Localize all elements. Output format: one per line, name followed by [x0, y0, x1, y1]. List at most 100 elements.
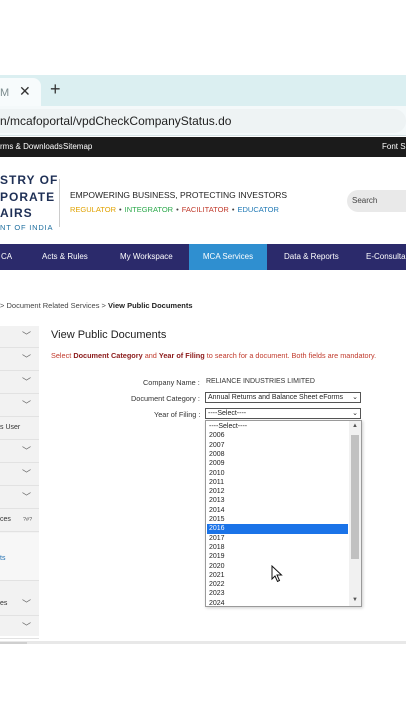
- sidebar-item[interactable]: ﹀: [0, 617, 39, 639]
- breadcrumb-sep: >: [0, 301, 5, 310]
- nav-item-my-workspace[interactable]: My Workspace: [120, 244, 185, 270]
- chevron-down-icon: ⌄: [352, 394, 358, 401]
- breadcrumb-sep: >: [101, 301, 106, 310]
- screen-top-blank: [0, 0, 406, 75]
- chevron-down-icon: ﹀: [22, 354, 32, 364]
- chevron-down-icon: ﹀: [22, 469, 32, 479]
- forms-downloads-link[interactable]: rms & Downloads: [0, 142, 63, 151]
- nav-item-mca-services[interactable]: MCA Services: [189, 244, 267, 270]
- mouse-cursor-icon: [271, 565, 283, 583]
- chevron-down-icon: ⌄: [352, 410, 358, 417]
- chevron-down-icon: ﹀: [22, 599, 32, 609]
- role-regulator: REGULATOR: [70, 205, 116, 214]
- sidebar-item-label: ces: [0, 516, 11, 523]
- dropdown-option[interactable]: 2014: [207, 506, 348, 515]
- sidebar-item-label: es: [0, 600, 8, 607]
- instruction-bold-year: Year of Filing: [158, 351, 205, 360]
- site-tagline: EMPOWERING BUSINESS, PROTECTING INVESTOR…: [70, 190, 288, 200]
- instruction-bold-category: Document Category: [73, 351, 143, 360]
- dropdown-option[interactable]: 2019: [207, 552, 348, 561]
- nav-item-data-reports[interactable]: Data & Reports: [284, 244, 350, 270]
- sidebar-item-es[interactable]: es ﹀: [0, 594, 39, 616]
- chevron-down-icon: ﹀: [22, 331, 32, 341]
- sidebar-item[interactable]: ﹀: [0, 487, 39, 509]
- dropdown-option[interactable]: 2011: [207, 478, 348, 487]
- sidebar-item[interactable]: ﹀: [0, 441, 39, 463]
- role-separator: •: [118, 205, 122, 214]
- site-header: STRY OF PORATE AIRS NT OF INDIA EMPOWERI…: [0, 157, 406, 244]
- sitemap-link[interactable]: Sitemap: [63, 142, 92, 151]
- sidebar-item[interactable]: ﹀: [0, 372, 39, 394]
- dropdown-option[interactable]: 2016: [207, 524, 348, 534]
- role-separator: •: [176, 205, 179, 214]
- instruction-text: Select Document Category and Year of Fil…: [51, 351, 376, 360]
- top-links-bar: rms & Downloads Sitemap Font Si: [0, 137, 406, 157]
- logo-text-line3: AIRS: [0, 206, 33, 220]
- chevron-down-icon: ﹀: [22, 492, 32, 502]
- main-navbar: CA Acts & Rules My Workspace MCA Service…: [0, 244, 406, 270]
- instruction-part: and: [144, 351, 157, 360]
- dropdown-option[interactable]: 2010: [207, 469, 348, 478]
- chevron-down-icon: ﹀: [22, 446, 32, 456]
- logo-text-line2: PORATE: [0, 190, 56, 204]
- nav-item-acts-rules[interactable]: Acts & Rules: [42, 244, 102, 270]
- sidebar-item[interactable]: ﹀: [0, 395, 39, 417]
- dropdown-option[interactable]: 2017: [207, 534, 348, 543]
- dropdown-option[interactable]: 2006: [207, 431, 348, 440]
- document-category-select[interactable]: Annual Returns and Balance Sheet eForms …: [205, 392, 361, 403]
- dropdown-option[interactable]: 2013: [207, 496, 348, 505]
- browser-tab[interactable]: M ✕: [0, 78, 41, 106]
- search-input[interactable]: Search: [347, 190, 406, 212]
- page-title: View Public Documents: [51, 329, 167, 341]
- logo-subtext: NT OF INDIA: [0, 223, 54, 232]
- breadcrumb: > Document Related Services > View Publi…: [0, 301, 193, 310]
- dropdown-option[interactable]: 2024: [207, 599, 348, 608]
- dropdown-option[interactable]: 2008: [207, 450, 348, 459]
- sidebar-item[interactable]: ﹀: [0, 464, 39, 486]
- sidebar-sub-link[interactable]: ts: [0, 555, 5, 562]
- instruction-part: Select: [51, 351, 72, 360]
- instruction-part: to search for a document. Both fields ar…: [206, 351, 377, 360]
- header-divider: [59, 179, 60, 227]
- chevron-down-icon: ﹀: [22, 622, 32, 632]
- font-size-link[interactable]: Font Si: [382, 142, 406, 151]
- chevron-down-icon: ﹀: [22, 400, 32, 410]
- sidebar-item-tag: ?#?: [23, 517, 33, 523]
- breadcrumb-current: View Public Documents: [108, 301, 193, 310]
- scroll-up-icon[interactable]: ▲: [352, 423, 358, 429]
- dropdown-option[interactable]: 2018: [207, 543, 348, 552]
- sidebar-item[interactable]: ﹀: [0, 326, 39, 348]
- dropdown-scrollbar[interactable]: ▲ ▼: [349, 421, 361, 606]
- dropdown-option[interactable]: 2007: [207, 441, 348, 450]
- scrollbar-thumb[interactable]: [351, 435, 359, 559]
- sidebar: ﹀ ﹀ ﹀ ﹀ s User ﹀ ﹀ ﹀ ces ?#? ts es ﹀ ﹀: [0, 326, 39, 639]
- close-tab-icon[interactable]: ✕: [19, 83, 31, 100]
- year-of-filing-value: ----Select----: [208, 410, 247, 417]
- address-bar[interactable]: n/mcafoportal/vpdCheckCompanyStatus.do: [0, 109, 406, 133]
- role-facilitator: FACILITATOR: [181, 205, 229, 214]
- address-row: n/mcafoportal/vpdCheckCompanyStatus.do: [0, 106, 406, 136]
- sidebar-submenu: ts: [0, 533, 39, 581]
- nav-item-mca[interactable]: CA: [0, 244, 20, 270]
- dropdown-option[interactable]: 2009: [207, 459, 348, 468]
- url-text[interactable]: n/mcafoportal/vpdCheckCompanyStatus.do: [0, 114, 231, 128]
- new-tab-icon[interactable]: +: [50, 79, 61, 100]
- nav-item-e-consultation[interactable]: E-Consulta: [366, 244, 406, 270]
- dropdown-option[interactable]: 2012: [207, 487, 348, 496]
- dropdown-option[interactable]: ----Select----: [207, 422, 348, 431]
- sidebar-item[interactable]: ﹀: [0, 349, 39, 371]
- sidebar-item-services[interactable]: ces ?#?: [0, 510, 39, 532]
- chevron-down-icon: ﹀: [22, 377, 32, 387]
- tab-title: M: [0, 87, 10, 99]
- company-name-value: RELIANCE INDUSTRIES LIMITED: [206, 378, 315, 385]
- sidebar-item-user[interactable]: s User: [0, 418, 39, 440]
- document-category-label: Document Category :: [131, 394, 200, 403]
- breadcrumb-document-services[interactable]: Document Related Services: [6, 301, 99, 310]
- dropdown-option[interactable]: 2023: [207, 589, 348, 598]
- year-of-filing-select[interactable]: ----Select---- ⌄: [205, 408, 361, 419]
- logo-text-line1: STRY OF: [0, 173, 59, 187]
- scroll-down-icon[interactable]: ▼: [352, 597, 358, 603]
- browser-tab-strip: M ✕ +: [0, 75, 406, 106]
- company-name-label: Company Name :: [143, 378, 200, 387]
- dropdown-option[interactable]: 2015: [207, 515, 348, 524]
